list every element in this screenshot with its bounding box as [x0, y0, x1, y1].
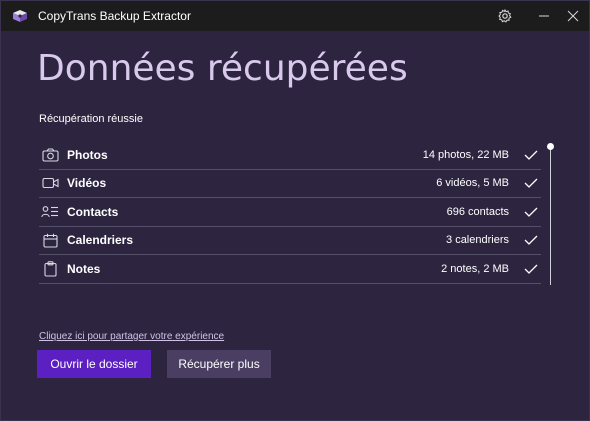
checkmark-icon — [523, 261, 539, 277]
item-label: Vidéos — [67, 176, 107, 191]
list-item-calendars: Calendriers 3 calendriers — [39, 227, 541, 255]
list-item-contacts: Contacts 696 contacts — [39, 198, 541, 227]
item-info: 14 photos, 22 MB — [422, 148, 509, 161]
item-info: 2 notes, 2 MB — [441, 262, 509, 275]
share-experience-link[interactable]: Cliquez ici pour partager votre expérien… — [39, 331, 224, 342]
scrollbar-thumb[interactable] — [547, 143, 554, 150]
close-icon[interactable] — [555, 1, 590, 31]
item-label: Notes — [67, 261, 101, 276]
notes-icon — [41, 260, 59, 278]
checkmark-icon — [523, 147, 539, 163]
item-label: Contacts — [67, 204, 119, 219]
camera-icon — [41, 146, 59, 164]
item-info: 6 vidéos, 5 MB — [436, 177, 509, 190]
calendar-icon — [41, 231, 59, 249]
item-info: 696 contacts — [446, 205, 509, 218]
window-title: CopyTrans Backup Extractor — [38, 9, 191, 23]
scrollbar-track[interactable] — [550, 147, 551, 285]
recovered-data-list: Photos 14 photos, 22 MB Vidéos 6 vidéos,… — [39, 141, 541, 284]
item-label: Photos — [67, 147, 108, 162]
list-item-photos: Photos 14 photos, 22 MB — [39, 141, 541, 170]
app-logo-icon — [11, 9, 29, 23]
title-bar[interactable]: CopyTrans Backup Extractor — [1, 1, 589, 31]
status-text: Récupération réussie — [39, 113, 143, 125]
page-title: Données récupérées — [37, 48, 408, 89]
item-label: Calendriers — [67, 233, 134, 248]
recover-more-button[interactable]: Récupérer plus — [167, 350, 271, 378]
contacts-icon — [41, 203, 59, 221]
list-item-videos: Vidéos 6 vidéos, 5 MB — [39, 170, 541, 198]
checkmark-icon — [523, 204, 539, 220]
video-icon — [41, 174, 59, 192]
list-item-notes: Notes 2 notes, 2 MB — [39, 255, 541, 284]
gear-icon[interactable] — [487, 1, 523, 31]
open-folder-button[interactable]: Ouvrir le dossier — [37, 350, 151, 378]
item-info: 3 calendriers — [446, 234, 509, 247]
checkmark-icon — [523, 232, 539, 248]
checkmark-icon — [523, 175, 539, 191]
app-window: CopyTrans Backup Extractor Données récup… — [0, 0, 590, 421]
